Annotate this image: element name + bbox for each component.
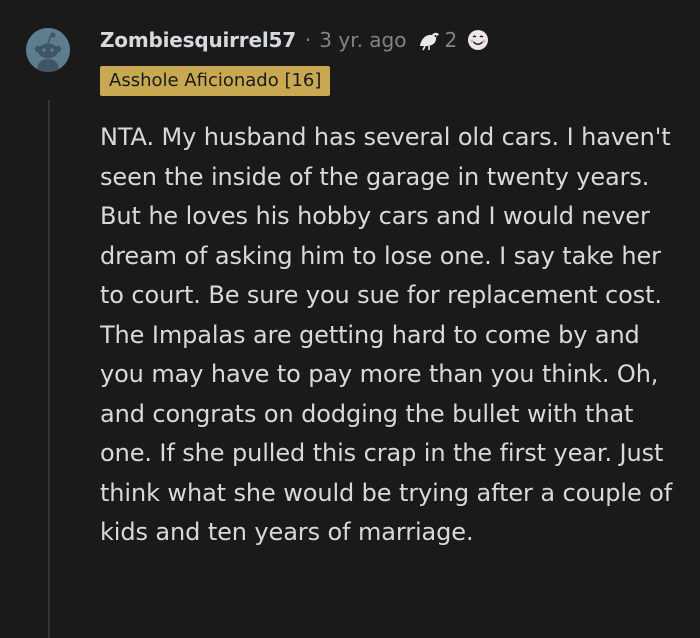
meta-separator: · xyxy=(304,28,312,52)
comment-body: NTA. My husband has several old cars. I … xyxy=(100,123,673,546)
user-flair: Asshole Aficionado [16] xyxy=(100,66,331,96)
snoo-avatar-icon xyxy=(26,28,70,72)
award-count: 2 xyxy=(444,28,458,52)
wholesome-award-icon xyxy=(468,30,489,50)
award-wholesome[interactable] xyxy=(465,28,491,52)
thread-line[interactable] xyxy=(48,100,50,638)
helpful-award-icon xyxy=(419,32,439,51)
comment-header: Zombiesquirrel57 · 3 yr. ago 2 xyxy=(100,26,491,54)
username-link[interactable]: Zombiesquirrel57 xyxy=(100,28,296,52)
award-helpful[interactable]: 2 xyxy=(417,28,458,52)
user-avatar[interactable] xyxy=(26,28,70,72)
comment-age[interactable]: 3 yr. ago xyxy=(319,28,406,52)
